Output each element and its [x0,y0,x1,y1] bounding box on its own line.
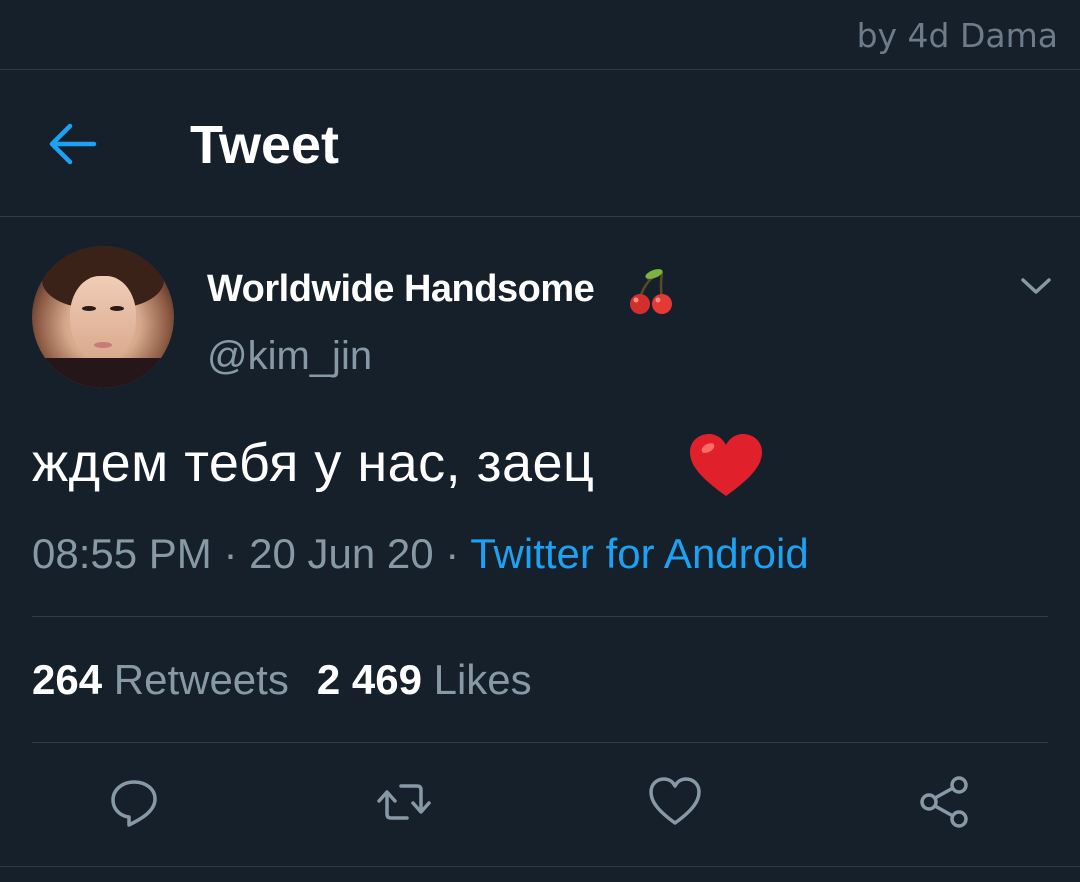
red-heart-icon [688,432,764,500]
username[interactable]: @kim_jin [207,334,372,379]
tweet-meta: 08:55 PM · 20 Jun 20 · Twitter for Andro… [32,530,809,578]
watermark: by 4d Dama [856,16,1058,55]
stats-divider [32,742,1048,743]
page-title: Tweet [190,115,340,175]
likes-stat[interactable]: 2 469 Likes [317,656,532,703]
actions-divider [0,866,1080,867]
likes-label: Likes [433,656,532,703]
tweet-source-link[interactable]: Twitter for Android [470,530,808,577]
tweet-stats: 264 Retweets 2 469 Likes [32,656,532,704]
retweets-count: 264 [32,656,103,703]
arrow-left-icon[interactable] [48,120,100,168]
likes-count: 2 469 [316,656,422,703]
tweet-text: ждем тебя у нас, заец [32,433,595,493]
retweets-stat[interactable]: 264 Retweets [32,656,289,703]
cherries-icon [626,266,676,316]
meta-divider [32,616,1048,617]
avatar[interactable] [32,246,174,388]
display-name[interactable]: Worldwide Handsome [207,268,595,311]
separator: · [223,530,238,577]
like-icon[interactable] [647,774,703,830]
share-icon[interactable] [917,774,973,830]
tweet-screen: by 4d Dama Tweet Worldwide Handsome @kim… [0,0,1080,882]
separator: · [445,530,460,577]
retweet-icon[interactable] [376,774,432,830]
tweet-date: 20 Jun 20 [249,530,434,577]
top-divider [0,69,1080,70]
tweet-time: 08:55 PM [32,530,212,577]
header-divider [0,216,1080,217]
reply-icon[interactable] [106,774,162,830]
chevron-down-icon[interactable] [1018,272,1054,300]
retweets-label: Retweets [113,656,289,703]
